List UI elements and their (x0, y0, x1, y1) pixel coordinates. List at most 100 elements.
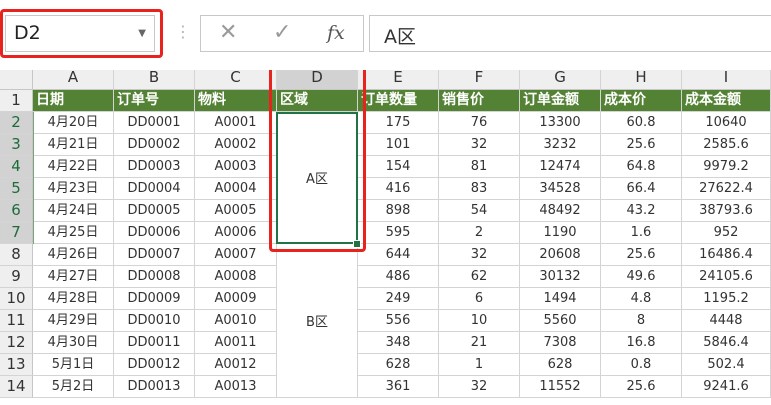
table-cell[interactable]: 2 (439, 222, 520, 244)
table-cell[interactable]: 27622.4 (682, 178, 771, 200)
table-cell[interactable]: DD0012 (114, 354, 195, 376)
table-cell[interactable]: 154 (358, 156, 439, 178)
table-cell[interactable]: 1 (439, 354, 520, 376)
table-cell[interactable]: 175 (358, 112, 439, 134)
row-header-13[interactable]: 13 (0, 354, 33, 376)
table-cell[interactable]: 4月23日 (33, 178, 114, 200)
table-cell[interactable]: A0003 (195, 156, 277, 178)
merged-cell-region-a[interactable]: A区 (277, 112, 358, 244)
table-cell[interactable]: 64.8 (601, 156, 682, 178)
table-cell[interactable]: 4月25日 (33, 222, 114, 244)
table-cell[interactable]: 8 (601, 310, 682, 332)
table-cell[interactable]: A0011 (195, 332, 277, 354)
row-header-1[interactable]: 1 (0, 90, 33, 112)
row-header-2[interactable]: 2 (0, 112, 33, 134)
table-cell[interactable]: A0012 (195, 354, 277, 376)
header-cell[interactable]: 销售价 (439, 90, 520, 112)
table-cell[interactable]: 9979.2 (682, 156, 771, 178)
table-cell[interactable]: 24105.6 (682, 266, 771, 288)
table-cell[interactable]: 4月27日 (33, 266, 114, 288)
table-cell[interactable]: 48492 (520, 200, 601, 222)
row-header-9[interactable]: 9 (0, 266, 33, 288)
table-cell[interactable]: A0009 (195, 288, 277, 310)
table-cell[interactable]: 10640 (682, 112, 771, 134)
header-cell[interactable]: 订单号 (114, 90, 195, 112)
table-cell[interactable]: 416 (358, 178, 439, 200)
table-cell[interactable]: 54 (439, 200, 520, 222)
table-cell[interactable]: 9241.6 (682, 376, 771, 398)
table-cell[interactable]: 898 (358, 200, 439, 222)
table-cell[interactable]: 62 (439, 266, 520, 288)
header-cell[interactable]: 成本金额 (682, 90, 771, 112)
table-cell[interactable]: 595 (358, 222, 439, 244)
table-cell[interactable]: 486 (358, 266, 439, 288)
table-cell[interactable]: 30132 (520, 266, 601, 288)
insert-function-button[interactable]: fx (327, 22, 345, 44)
table-cell[interactable]: 12474 (520, 156, 601, 178)
table-cell[interactable]: 5560 (520, 310, 601, 332)
table-cell[interactable]: A0007 (195, 244, 277, 266)
table-cell[interactable]: 13300 (520, 112, 601, 134)
table-cell[interactable]: DD0007 (114, 244, 195, 266)
table-cell[interactable]: DD0003 (114, 156, 195, 178)
table-cell[interactable]: A0002 (195, 134, 277, 156)
table-cell[interactable]: 6 (439, 288, 520, 310)
row-header-10[interactable]: 10 (0, 288, 33, 310)
formula-input[interactable]: A区 (369, 15, 771, 52)
table-cell[interactable]: DD0002 (114, 134, 195, 156)
table-cell[interactable]: 101 (358, 134, 439, 156)
table-cell[interactable]: 43.2 (601, 200, 682, 222)
table-cell[interactable]: 16486.4 (682, 244, 771, 266)
header-cell[interactable]: 订单金额 (520, 90, 601, 112)
table-cell[interactable]: A0010 (195, 310, 277, 332)
table-cell[interactable]: 60.8 (601, 112, 682, 134)
table-cell[interactable]: 16.8 (601, 332, 682, 354)
table-cell[interactable]: 4月26日 (33, 244, 114, 266)
table-cell[interactable]: 5月2日 (33, 376, 114, 398)
table-cell[interactable]: 11552 (520, 376, 601, 398)
table-cell[interactable]: 502.4 (682, 354, 771, 376)
table-cell[interactable]: 249 (358, 288, 439, 310)
row-header-8[interactable]: 8 (0, 244, 33, 266)
table-cell[interactable]: 32 (439, 244, 520, 266)
table-cell[interactable]: 20608 (520, 244, 601, 266)
row-header-7[interactable]: 7 (0, 222, 33, 244)
table-cell[interactable]: 81 (439, 156, 520, 178)
table-cell[interactable]: 1494 (520, 288, 601, 310)
table-cell[interactable]: 361 (358, 376, 439, 398)
row-header-4[interactable]: 4 (0, 156, 33, 178)
table-cell[interactable]: 4月28日 (33, 288, 114, 310)
row-header-11[interactable]: 11 (0, 310, 33, 332)
table-cell[interactable]: 556 (358, 310, 439, 332)
table-cell[interactable]: A0001 (195, 112, 277, 134)
table-cell[interactable]: DD0005 (114, 200, 195, 222)
table-cell[interactable]: 32 (439, 134, 520, 156)
table-cell[interactable]: 348 (358, 332, 439, 354)
table-cell[interactable]: 4月29日 (33, 310, 114, 332)
enter-icon[interactable]: ✓ (273, 20, 291, 45)
table-cell[interactable]: 1.6 (601, 222, 682, 244)
table-cell[interactable]: A0004 (195, 178, 277, 200)
merged-cell-region-b[interactable]: B区 (277, 244, 358, 398)
table-cell[interactable]: DD0010 (114, 310, 195, 332)
table-cell[interactable]: DD0001 (114, 112, 195, 134)
table-cell[interactable]: DD0004 (114, 178, 195, 200)
table-cell[interactable]: DD0009 (114, 288, 195, 310)
table-cell[interactable]: 5846.4 (682, 332, 771, 354)
table-cell[interactable]: 5月1日 (33, 354, 114, 376)
header-cell[interactable]: 区域 (277, 90, 358, 112)
table-cell[interactable]: 4月20日 (33, 112, 114, 134)
table-cell[interactable]: 628 (358, 354, 439, 376)
row-header-14[interactable]: 14 (0, 376, 33, 398)
table-cell[interactable]: 1190 (520, 222, 601, 244)
table-cell[interactable]: DD0011 (114, 332, 195, 354)
row-header-5[interactable]: 5 (0, 178, 33, 200)
table-cell[interactable]: A0013 (195, 376, 277, 398)
table-cell[interactable]: DD0006 (114, 222, 195, 244)
table-cell[interactable]: 38793.6 (682, 200, 771, 222)
table-cell[interactable]: 2585.6 (682, 134, 771, 156)
cancel-icon[interactable]: ✕ (219, 20, 237, 45)
header-cell[interactable]: 日期 (33, 90, 114, 112)
table-cell[interactable]: 4月24日 (33, 200, 114, 222)
table-cell[interactable]: 0.8 (601, 354, 682, 376)
